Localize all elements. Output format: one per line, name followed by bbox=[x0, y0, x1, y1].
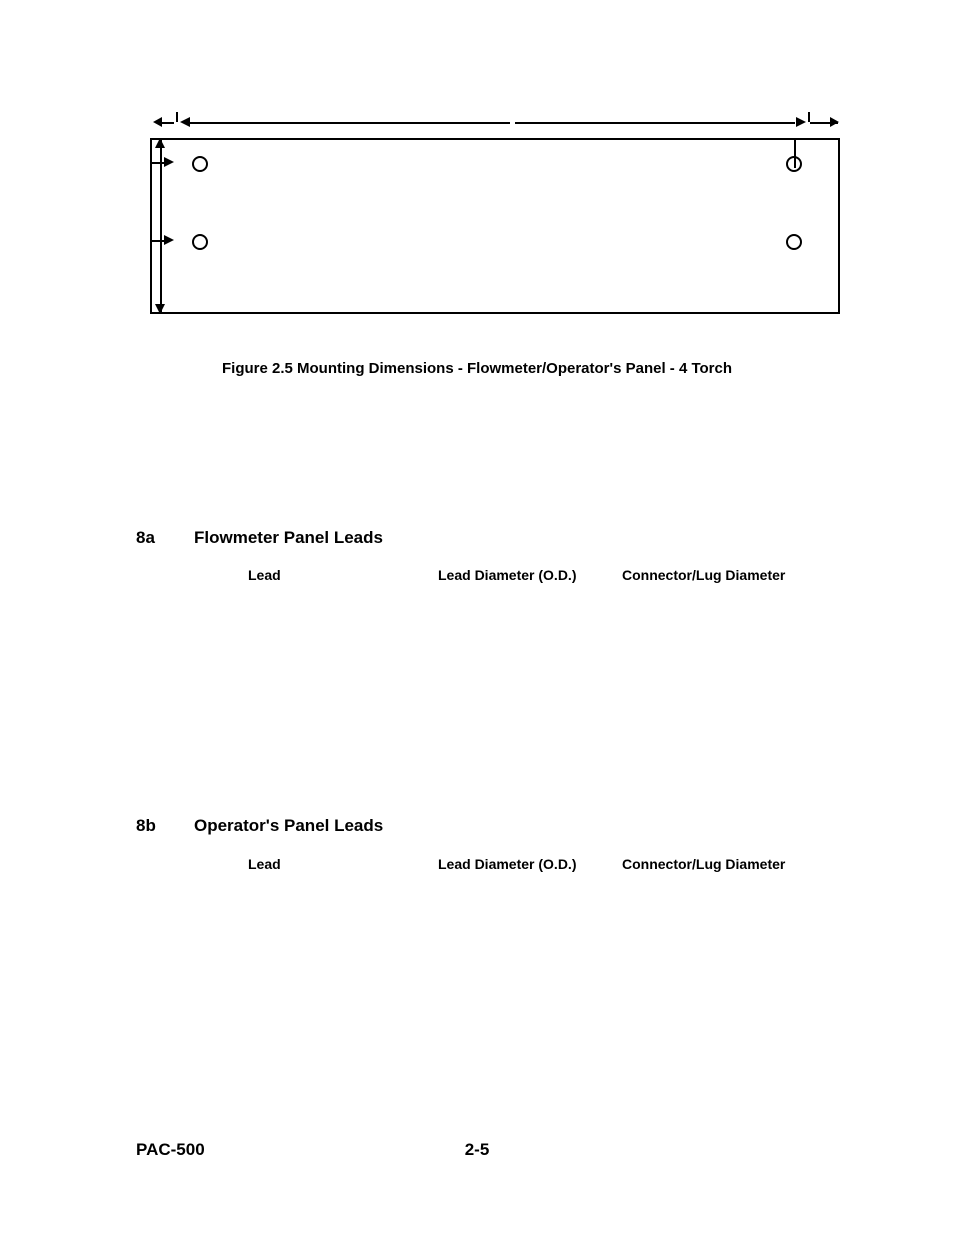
section-title: Flowmeter Panel Leads bbox=[194, 528, 383, 548]
mount-hole-icon bbox=[192, 234, 208, 250]
section-heading-8b: 8b Operator's Panel Leads bbox=[136, 816, 383, 836]
page: Figure 2.5 Mounting Dimensions - Flowmet… bbox=[0, 0, 954, 1235]
section-title: Operator's Panel Leads bbox=[194, 816, 383, 836]
column-header-lead: Lead bbox=[248, 856, 281, 872]
mounting-dimensions-drawing bbox=[150, 112, 840, 322]
column-header-connector: Connector/Lug Diameter bbox=[622, 856, 785, 872]
column-header-diameter: Lead Diameter (O.D.) bbox=[438, 567, 576, 583]
mount-hole-icon bbox=[786, 234, 802, 250]
section-heading-8a: 8a Flowmeter Panel Leads bbox=[136, 528, 383, 548]
footer-page-number: 2-5 bbox=[0, 1140, 954, 1160]
section-number: 8b bbox=[136, 816, 194, 836]
column-header-lead: Lead bbox=[248, 567, 281, 583]
mount-hole-icon bbox=[192, 156, 208, 172]
column-header-connector: Connector/Lug Diameter bbox=[622, 567, 785, 583]
column-header-diameter: Lead Diameter (O.D.) bbox=[438, 856, 576, 872]
figure-caption: Figure 2.5 Mounting Dimensions - Flowmet… bbox=[0, 360, 954, 377]
section-number: 8a bbox=[136, 528, 194, 548]
